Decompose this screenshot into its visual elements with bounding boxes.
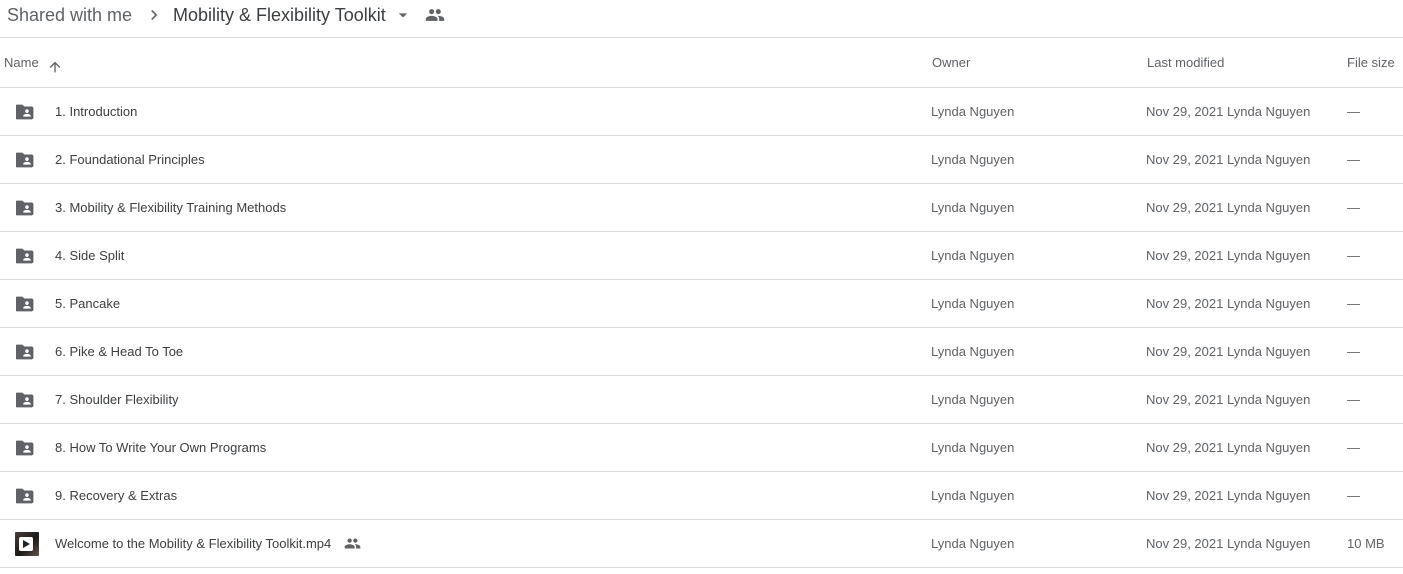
file-row[interactable]: 7. Shoulder Flexibility Lynda Nguyen Nov…: [0, 376, 1403, 424]
column-header-owner: Owner: [932, 55, 971, 70]
file-name: 3. Mobility & Flexibility Training Metho…: [55, 200, 287, 215]
file-name: 7. Shoulder Flexibility: [55, 392, 179, 407]
file-row[interactable]: 3. Mobility & Flexibility Training Metho…: [0, 184, 1403, 232]
file-size: —: [1347, 152, 1360, 167]
file-owner: Lynda Nguyen: [931, 200, 1015, 215]
file-name: 9. Recovery & Extras: [55, 488, 178, 503]
file-modified-by: Lynda Nguyen: [1227, 536, 1311, 551]
file-owner: Lynda Nguyen: [931, 344, 1015, 359]
people-icon: [344, 538, 361, 549]
file-modified-by: Lynda Nguyen: [1227, 104, 1311, 119]
file-name: Welcome to the Mobility & Flexibility To…: [55, 536, 332, 551]
file-name: 2. Foundational Principles: [55, 152, 205, 167]
file-modified-by: Lynda Nguyen: [1227, 440, 1311, 455]
breadcrumb: Shared with me Mobility & Flexibility To…: [0, 0, 1403, 38]
column-header-last-modified[interactable]: Last modified: [1147, 39, 1224, 87]
file-owner: Lynda Nguyen: [931, 104, 1015, 119]
file-modified-date: Nov 29, 2021: [1146, 200, 1224, 215]
shared-folder-icon: [16, 152, 34, 168]
caret-down-icon[interactable]: [393, 5, 413, 25]
file-modified-by: Lynda Nguyen: [1227, 344, 1311, 359]
file-owner: Lynda Nguyen: [931, 488, 1015, 503]
file-size: 10 MB: [1347, 536, 1385, 551]
file-owner: Lynda Nguyen: [931, 392, 1015, 407]
shared-folder-icon: [16, 344, 34, 360]
file-size: —: [1347, 104, 1360, 119]
file-modified-date: Nov 29, 2021: [1146, 488, 1224, 503]
file-owner: Lynda Nguyen: [931, 296, 1015, 311]
file-size: —: [1347, 344, 1360, 359]
file-row[interactable]: 1. Introduction Lynda Nguyen Nov 29, 202…: [0, 88, 1403, 136]
breadcrumb-shared-with-me[interactable]: Shared with me: [7, 3, 132, 27]
file-name: 1. Introduction: [55, 104, 138, 119]
file-row[interactable]: 6. Pike & Head To Toe Lynda Nguyen Nov 2…: [0, 328, 1403, 376]
file-modified-date: Nov 29, 2021: [1146, 344, 1224, 359]
file-modified-by: Lynda Nguyen: [1227, 200, 1311, 215]
file-row[interactable]: 8. How To Write Your Own Programs Lynda …: [0, 424, 1403, 472]
file-modified-date: Nov 29, 2021: [1146, 536, 1224, 551]
column-header-file-size[interactable]: File size: [1347, 39, 1395, 87]
shared-folder-icon: [16, 104, 34, 120]
shared-folder-icon: [16, 440, 34, 456]
shared-folder-icon: [16, 296, 34, 312]
file-size: —: [1347, 200, 1360, 215]
file-modified-by: Lynda Nguyen: [1227, 392, 1311, 407]
file-modified-by: Lynda Nguyen: [1227, 488, 1311, 503]
video-thumbnail-icon: [15, 532, 39, 556]
file-row[interactable]: 5. Pancake Lynda Nguyen Nov 29, 2021 Lyn…: [0, 280, 1403, 328]
file-owner: Lynda Nguyen: [931, 536, 1015, 551]
file-modified-by: Lynda Nguyen: [1227, 248, 1311, 263]
shared-folder-icon: [16, 248, 34, 264]
file-owner: Lynda Nguyen: [931, 248, 1015, 263]
file-size: —: [1347, 248, 1360, 263]
file-name: 8. How To Write Your Own Programs: [55, 440, 267, 455]
arrow-up-icon[interactable]: [47, 59, 63, 75]
people-icon: [425, 9, 445, 21]
chevron-right-icon: [151, 10, 158, 20]
file-size: —: [1347, 488, 1360, 503]
shared-folder-icon: [16, 488, 34, 504]
file-row[interactable]: 9. Recovery & Extras Lynda Nguyen Nov 29…: [0, 472, 1403, 520]
file-size: —: [1347, 296, 1360, 311]
shared-folder-icon: [16, 392, 34, 408]
file-modified-date: Nov 29, 2021: [1146, 440, 1224, 455]
file-modified-by: Lynda Nguyen: [1227, 296, 1311, 311]
file-size: —: [1347, 440, 1360, 455]
file-modified-date: Nov 29, 2021: [1146, 152, 1224, 167]
file-row[interactable]: 4. Side Split Lynda Nguyen Nov 29, 2021 …: [0, 232, 1403, 280]
breadcrumb-current-folder[interactable]: Mobility & Flexibility Toolkit: [173, 3, 386, 27]
file-modified-date: Nov 29, 2021: [1146, 248, 1224, 263]
file-name: 4. Side Split: [55, 248, 125, 263]
file-name: 5. Pancake: [55, 296, 121, 311]
file-modified-by: Lynda Nguyen: [1227, 152, 1311, 167]
file-owner: Lynda Nguyen: [931, 440, 1015, 455]
file-list-header: Name Owner Last modified File size: [0, 39, 1403, 88]
file-size: —: [1347, 392, 1360, 407]
file-row[interactable]: 2. Foundational Principles Lynda Nguyen …: [0, 136, 1403, 184]
shared-folder-icon: [16, 200, 34, 216]
file-owner: Lynda Nguyen: [931, 152, 1015, 167]
play-icon: [19, 537, 33, 551]
file-modified-date: Nov 29, 2021: [1146, 392, 1224, 407]
file-modified-date: Nov 29, 2021: [1146, 296, 1224, 311]
file-name: 6. Pike & Head To Toe: [55, 344, 184, 359]
column-header-name[interactable]: Name: [4, 39, 39, 87]
file-row[interactable]: Welcome to the Mobility & Flexibility To…: [0, 520, 1403, 568]
file-list: 1. Introduction Lynda Nguyen Nov 29, 202…: [0, 88, 1403, 568]
file-modified-date: Nov 29, 2021: [1146, 104, 1224, 119]
